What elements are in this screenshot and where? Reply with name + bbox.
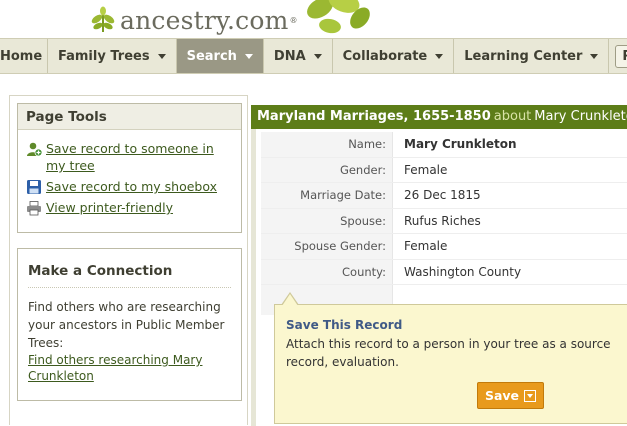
record-row: Name: Mary Crunkleton bbox=[261, 132, 627, 158]
nav-family-trees[interactable]: Family Trees bbox=[48, 39, 177, 73]
add-person-icon bbox=[27, 142, 42, 157]
record-row: Gender: Female bbox=[261, 157, 627, 183]
ancestry-record-page: ancestry.com ® Home Family Trees Search D… bbox=[0, 0, 627, 426]
chevron-down-icon bbox=[244, 53, 253, 59]
record-row: Marriage Date: 26 Dec 1815 bbox=[261, 183, 627, 209]
chevron-down-icon bbox=[313, 53, 322, 59]
save-record-text: Attach this record to a person in your t… bbox=[286, 337, 611, 369]
make-connection-title: Make a Connection bbox=[28, 263, 173, 279]
save-disk-icon bbox=[27, 180, 41, 194]
nav-home[interactable]: Home bbox=[0, 39, 48, 73]
save-to-tree-link[interactable]: Save record to someone in my tree bbox=[46, 140, 233, 174]
ancestry-leaf-icon bbox=[91, 6, 115, 32]
printer-friendly-link[interactable]: View printer-friendly bbox=[46, 199, 173, 216]
save-to-shoebox-link[interactable]: Save record to my shoebox bbox=[46, 178, 217, 195]
publish-button[interactable]: Publish bbox=[615, 44, 627, 68]
nav-search[interactable]: Search bbox=[176, 39, 264, 73]
tooltip-arrow-fill bbox=[282, 294, 298, 306]
record-value: Female bbox=[404, 239, 448, 254]
record-label: Name: bbox=[261, 132, 393, 157]
printer-icon bbox=[27, 201, 41, 216]
chevron-down-icon[interactable] bbox=[524, 389, 537, 402]
page-tools-list: Save record to someone in my tree Save r… bbox=[18, 130, 241, 216]
record-row: Spouse Gender: Female bbox=[261, 234, 627, 260]
find-others-link[interactable]: Find others researching Mary Crunkleton bbox=[18, 352, 241, 384]
save-record-title: Save This Record bbox=[286, 318, 403, 332]
tool-save-to-shoebox[interactable]: Save record to my shoebox bbox=[26, 178, 233, 195]
nav-collaborate-label: Collaborate bbox=[342, 48, 428, 64]
nav-collaborate[interactable]: Collaborate bbox=[333, 39, 455, 73]
record-label: Spouse: bbox=[261, 208, 393, 233]
nav-home-label: Home bbox=[0, 48, 43, 64]
record-value: Rufus Riches bbox=[404, 213, 481, 228]
save-button-label: Save bbox=[484, 388, 520, 403]
record-value: Washington County bbox=[404, 264, 522, 279]
nav-family-trees-label: Family Trees bbox=[58, 48, 150, 64]
record-about: about bbox=[493, 109, 532, 124]
collection-title[interactable]: Maryland Marriages, 1655-1850 bbox=[257, 109, 491, 124]
record-row: County: Washington County bbox=[261, 259, 627, 285]
make-connection-text: Find others who are researching your anc… bbox=[28, 300, 225, 350]
record-label: Marriage Date: bbox=[261, 183, 393, 208]
nav-learning-center-label: Learning Center bbox=[464, 48, 583, 64]
page-tools-panel: Page Tools Save record to someone in my … bbox=[17, 103, 242, 233]
chevron-down-icon bbox=[435, 53, 444, 59]
tool-printer-friendly[interactable]: View printer-friendly bbox=[26, 199, 233, 216]
make-connection-panel: Make a Connection Find others who are re… bbox=[17, 248, 242, 401]
logo-text: ancestry.com bbox=[120, 5, 289, 35]
record-label: Gender: bbox=[261, 157, 393, 182]
header: ancestry.com ® bbox=[0, 0, 627, 38]
main-nav: Home Family Trees Search DNA Collaborate… bbox=[0, 38, 627, 74]
record-person: Mary Crunkleton bbox=[534, 109, 627, 124]
save-button[interactable]: Save bbox=[477, 382, 544, 409]
record-table: Name: Mary Crunkleton Gender: Female Mar… bbox=[261, 132, 627, 315]
page-tools-title: Page Tools bbox=[18, 104, 241, 130]
divider bbox=[28, 287, 231, 288]
record-title-bar: Maryland Marriages, 1655-1850 about Mary C… bbox=[251, 105, 627, 129]
record-value: Female bbox=[404, 162, 448, 177]
chevron-down-icon bbox=[157, 53, 166, 59]
nav-dna-label: DNA bbox=[273, 48, 306, 64]
nav-learning-center[interactable]: Learning Center bbox=[454, 39, 610, 73]
record-value: Mary Crunkleton bbox=[404, 137, 517, 152]
tool-save-to-tree[interactable]: Save record to someone in my tree bbox=[26, 140, 233, 174]
ancestry-logo[interactable]: ancestry.com ® bbox=[88, 4, 298, 36]
decorative-leaves-icon bbox=[307, 0, 370, 34]
record-label: Spouse Gender: bbox=[261, 234, 393, 259]
record-row: Spouse: Rufus Riches bbox=[261, 208, 627, 234]
record-value: 26 Dec 1815 bbox=[404, 188, 481, 203]
nav-publish: Publish bbox=[609, 39, 627, 73]
chevron-down-icon bbox=[590, 53, 599, 59]
record-label: County: bbox=[261, 259, 393, 284]
logo-trademark: ® bbox=[289, 15, 298, 25]
nav-dna[interactable]: DNA bbox=[264, 39, 333, 73]
nav-search-label: Search bbox=[186, 48, 237, 64]
